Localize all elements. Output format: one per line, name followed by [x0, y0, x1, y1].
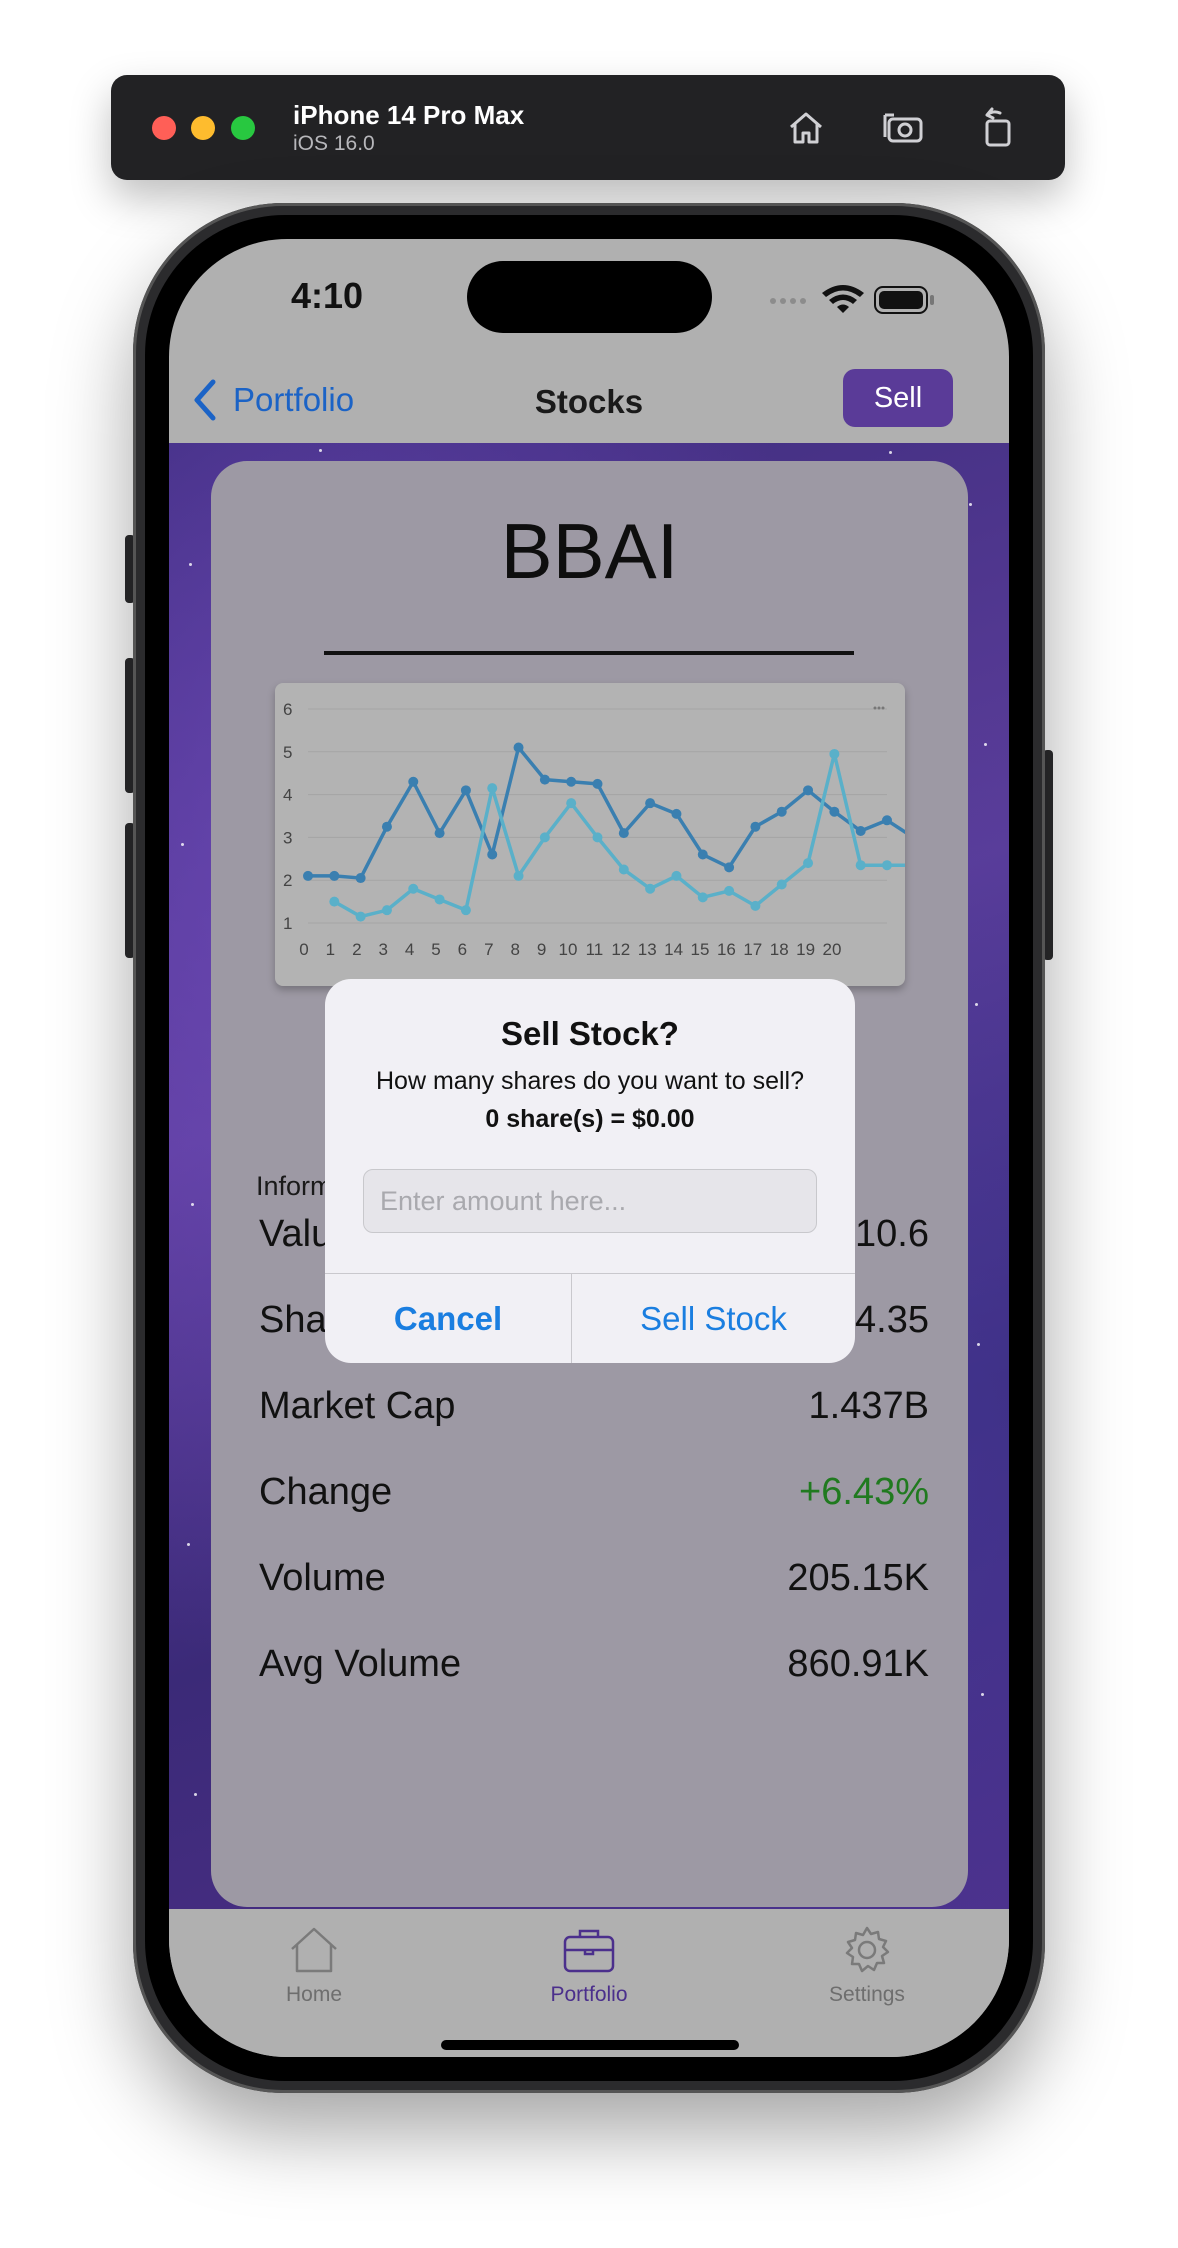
device-screen: 4:10 Portfolio Stocks Sell BBAI 1 2 3 4 …: [169, 239, 1009, 2057]
screenshot-icon[interactable]: [880, 103, 930, 153]
minimize-window-button[interactable]: [191, 116, 215, 140]
zoom-window-button[interactable]: [231, 116, 255, 140]
cancel-button[interactable]: Cancel: [325, 1274, 571, 1363]
close-window-button[interactable]: [152, 116, 176, 140]
rotate-icon[interactable]: [973, 103, 1023, 153]
alert-message: How many shares do you want to sell?: [376, 1067, 804, 1095]
sell-stock-button[interactable]: Sell Stock: [572, 1274, 855, 1363]
os-version: iOS 16.0: [293, 132, 375, 155]
sell-stock-alert: Sell Stock? How many shares do you want …: [325, 979, 855, 1363]
amount-input[interactable]: [363, 1169, 817, 1233]
simulator-title-bar: iPhone 14 Pro Max iOS 16.0: [111, 75, 1065, 180]
home-icon[interactable]: [781, 103, 831, 153]
alert-total: 0 share(s) = $0.00: [485, 1105, 695, 1133]
device-name: iPhone 14 Pro Max: [293, 100, 525, 130]
alert-title: Sell Stock?: [501, 1015, 679, 1052]
